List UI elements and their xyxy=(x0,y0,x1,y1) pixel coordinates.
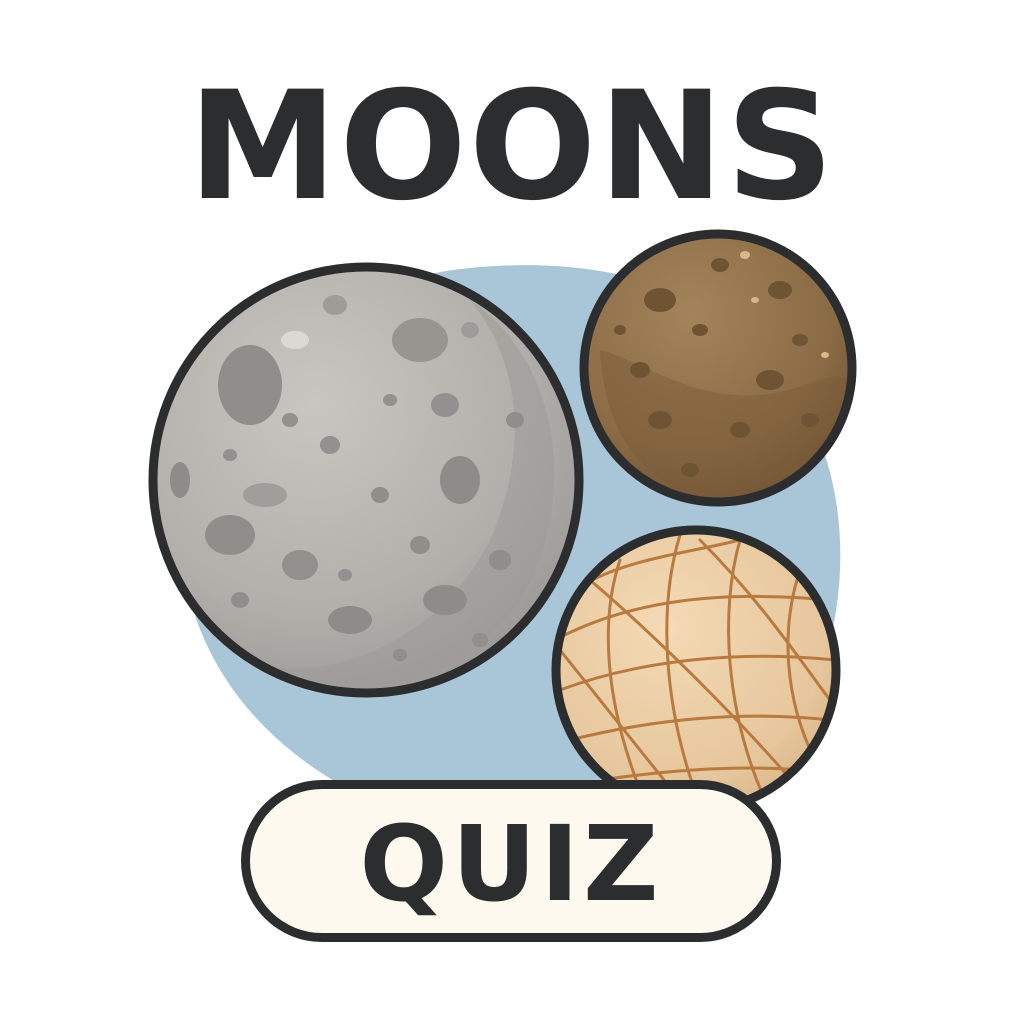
quiz-button[interactable]: QUIZ xyxy=(241,780,781,942)
brown-moon-icon xyxy=(579,229,857,507)
quiz-cover: MOONS QUIZ xyxy=(0,0,1024,1024)
tan-striped-moon-icon xyxy=(551,525,841,815)
quiz-button-label: QUIZ xyxy=(359,803,663,925)
page-title: MOONS xyxy=(188,60,836,234)
grey-moon-icon xyxy=(148,262,584,698)
